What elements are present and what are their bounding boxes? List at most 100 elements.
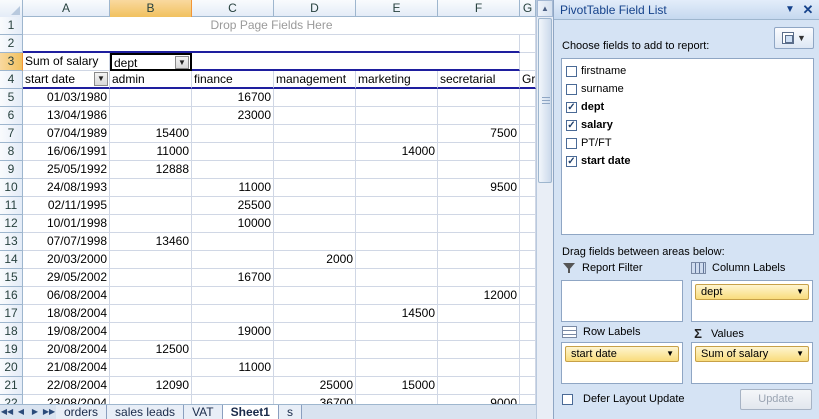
cell[interactable] (192, 53, 520, 71)
salary-cell[interactable]: 11000 (192, 179, 274, 197)
row-field-header[interactable]: start date ▼ (23, 71, 110, 89)
salary-cell[interactable] (110, 323, 192, 341)
start-date-cell[interactable]: 20/03/2000 (23, 251, 110, 269)
salary-cell[interactable] (274, 179, 356, 197)
salary-cell[interactable] (438, 143, 520, 161)
start-date-cell[interactable]: 01/03/1980 (23, 89, 110, 107)
column-label-cell[interactable]: finance (192, 71, 274, 89)
next-sheet-icon[interactable]: ▶ (28, 405, 42, 419)
salary-cell[interactable] (356, 233, 438, 251)
row-header[interactable]: 20 (0, 359, 23, 377)
vertical-scrollbar[interactable]: ▲ (536, 0, 553, 419)
salary-cell[interactable] (274, 323, 356, 341)
salary-cell[interactable] (438, 233, 520, 251)
salary-cell[interactable] (274, 197, 356, 215)
column-label-cell[interactable]: marketing (356, 71, 438, 89)
salary-cell[interactable]: 19000 (192, 323, 274, 341)
salary-cell[interactable] (110, 305, 192, 323)
start-date-cell[interactable]: 20/08/2004 (23, 341, 110, 359)
field-checkbox[interactable]: ✓ (566, 101, 577, 113)
column-header-c[interactable]: C (192, 0, 274, 17)
salary-cell[interactable]: 25500 (192, 197, 274, 215)
row-header[interactable]: 13 (0, 233, 23, 251)
row-header[interactable]: 21 (0, 377, 23, 395)
cell[interactable] (520, 35, 536, 53)
salary-cell[interactable] (356, 359, 438, 377)
salary-cell[interactable] (356, 125, 438, 143)
start-date-cell[interactable]: 21/08/2004 (23, 359, 110, 377)
cell[interactable] (520, 305, 536, 323)
row-header[interactable]: 6 (0, 107, 23, 125)
row-labels-drop-area[interactable]: start date ▼ (561, 342, 683, 384)
values-drop-area[interactable]: Sum of salary ▼ (691, 342, 813, 384)
salary-cell[interactable] (110, 89, 192, 107)
salary-cell[interactable]: 9500 (438, 179, 520, 197)
field-item[interactable]: firstname (562, 62, 813, 80)
salary-cell[interactable] (438, 197, 520, 215)
salary-cell[interactable] (356, 161, 438, 179)
salary-cell[interactable]: 16700 (192, 269, 274, 287)
cell[interactable] (520, 341, 536, 359)
salary-cell[interactable]: 25000 (274, 377, 356, 395)
cell[interactable] (520, 251, 536, 269)
salary-cell[interactable] (192, 143, 274, 161)
cell[interactable] (520, 197, 536, 215)
salary-cell[interactable] (110, 179, 192, 197)
sheet-tab-vat[interactable]: VAT (184, 404, 223, 419)
column-label-cell[interactable]: admin (110, 71, 192, 89)
cell[interactable] (520, 215, 536, 233)
values-field-pill[interactable]: Sum of salary ▼ (695, 346, 809, 362)
field-checkbox[interactable] (566, 65, 577, 77)
scroll-thumb[interactable] (538, 18, 552, 183)
drop-page-fields-area[interactable]: Drop Page Fields Here (23, 17, 520, 35)
salary-cell[interactable] (110, 107, 192, 125)
column-header-a[interactable]: A (23, 0, 110, 17)
update-button[interactable]: Update (740, 389, 812, 410)
salary-cell[interactable] (438, 251, 520, 269)
cell[interactable] (520, 287, 536, 305)
salary-cell[interactable]: 7500 (438, 125, 520, 143)
salary-cell[interactable] (356, 197, 438, 215)
salary-cell[interactable] (274, 341, 356, 359)
sheet-tab-more[interactable]: s (278, 404, 302, 419)
salary-cell[interactable]: 10000 (192, 215, 274, 233)
salary-cell[interactable] (274, 269, 356, 287)
column-field-dropdown[interactable]: dept ▼ (110, 53, 192, 71)
salary-cell[interactable] (274, 89, 356, 107)
row-field-pill[interactable]: start date ▼ (565, 346, 679, 362)
start-date-cell[interactable]: 29/05/2002 (23, 269, 110, 287)
salary-cell[interactable] (110, 269, 192, 287)
first-sheet-icon[interactable]: ◀◀ (0, 405, 14, 419)
salary-cell[interactable] (438, 377, 520, 395)
salary-cell[interactable]: 14000 (356, 143, 438, 161)
scroll-up-icon[interactable]: ▲ (537, 0, 553, 17)
salary-cell[interactable] (192, 341, 274, 359)
salary-cell[interactable]: 16700 (192, 89, 274, 107)
cell[interactable] (520, 359, 536, 377)
salary-cell[interactable] (438, 323, 520, 341)
cell[interactable] (520, 53, 536, 71)
start-date-cell[interactable]: 22/08/2004 (23, 377, 110, 395)
column-label-cell[interactable]: Gr (520, 71, 536, 89)
salary-cell[interactable]: 11000 (192, 359, 274, 377)
salary-cell[interactable]: 12000 (438, 287, 520, 305)
row-header[interactable]: 14 (0, 251, 23, 269)
sum-of-salary-label[interactable]: Sum of salary (23, 53, 110, 71)
salary-cell[interactable] (438, 89, 520, 107)
start-date-cell[interactable]: 07/07/1998 (23, 233, 110, 251)
salary-cell[interactable]: 12888 (110, 161, 192, 179)
column-header-e[interactable]: E (356, 0, 438, 17)
salary-cell[interactable] (192, 305, 274, 323)
row-header[interactable]: 4 (0, 71, 23, 89)
salary-cell[interactable] (192, 287, 274, 305)
column-header-f[interactable]: F (438, 0, 520, 17)
field-list-layout-button[interactable]: ▼ (774, 27, 814, 49)
filter-dropdown-icon[interactable]: ▼ (94, 72, 108, 86)
salary-cell[interactable] (438, 359, 520, 377)
salary-cell[interactable]: 15000 (356, 377, 438, 395)
dropdown-arrow-icon[interactable]: ▼ (175, 56, 189, 69)
salary-cell[interactable] (274, 215, 356, 233)
last-sheet-icon[interactable]: ▶▶ (42, 405, 56, 419)
salary-cell[interactable] (110, 197, 192, 215)
salary-cell[interactable] (274, 305, 356, 323)
